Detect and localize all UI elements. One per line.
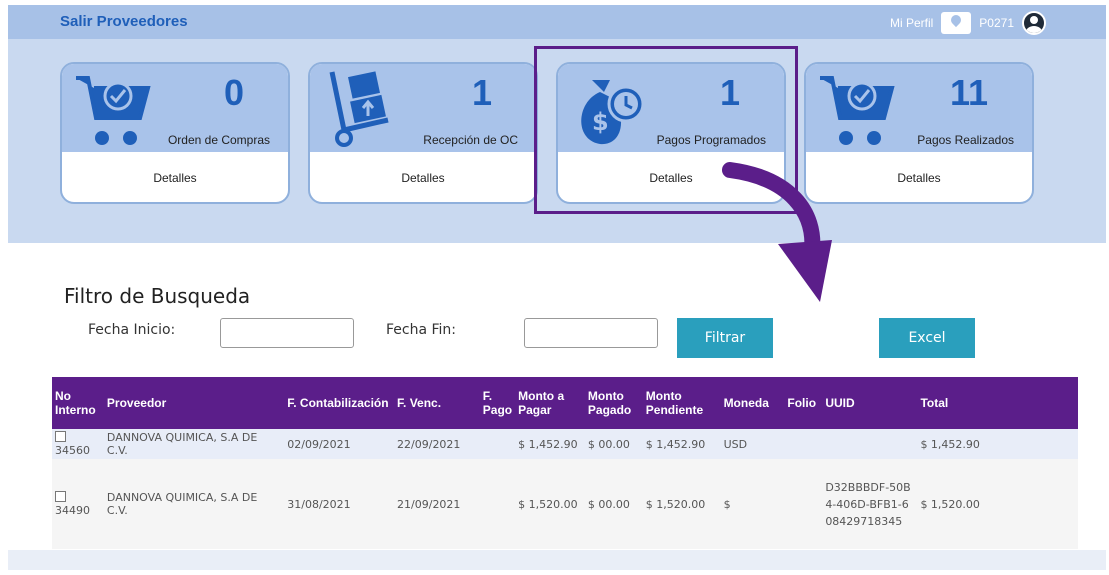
cell-f-contabilizacion: 02/09/2021 (284, 429, 395, 459)
cell-uuid (822, 429, 918, 459)
col-monto-pendiente: Monto Pendiente (642, 377, 721, 429)
cell-f-pago (479, 459, 516, 549)
page: Salir Proveedores Mi Perfil P0271 0 Orde (0, 0, 1109, 575)
recepcion-oc-label: Recepción de OC (423, 133, 518, 147)
hand-truck-icon (329, 71, 389, 147)
cell-f-pago (479, 429, 516, 459)
table-row[interactable]: 34490 DANNOVA QUIMICA, S.A DE C.V. 31/08… (52, 459, 1078, 549)
top-bar: Salir Proveedores Mi Perfil P0271 (8, 5, 1106, 39)
cell-monto-pagado: $ 00.00 (584, 429, 643, 459)
fecha-fin-label: Fecha Fin: (386, 322, 457, 338)
profile-area: Mi Perfil P0271 (890, 11, 1046, 35)
col-monto-pagar: Monto a Pagar (515, 377, 585, 429)
shopping-cart-icon (76, 76, 151, 145)
table-header-row: No Interno Proveedor F. Contabilización … (52, 377, 1078, 429)
user-code: P0271 (979, 16, 1014, 30)
cell-f-venc: 21/09/2021 (394, 459, 480, 549)
row-checkbox[interactable] (55, 431, 66, 442)
avatar[interactable] (1022, 11, 1046, 35)
cell-total: $ 1,452.90 (917, 429, 1078, 459)
shopping-cart-icon (820, 76, 895, 145)
cell-no-interno: 34490 (55, 504, 90, 517)
cell-proveedor: DANNOVA QUIMICA, S.A DE C.V. (103, 459, 285, 549)
cell-total: $ 1,520.00 (917, 459, 1078, 549)
col-monto-pagado: Monto Pagado (584, 377, 643, 429)
cell-monto-pagar: $ 1,520.00 (515, 459, 585, 549)
col-f-venc: F. Venc. (394, 377, 480, 429)
cell-monto-pagar: $ 1,452.90 (515, 429, 585, 459)
payments-table: No Interno Proveedor F. Contabilización … (52, 377, 1078, 549)
cell-moneda: USD (720, 429, 785, 459)
filter-title: Filtro de Busqueda (64, 284, 251, 308)
cell-monto-pendiente: $ 1,520.00 (642, 459, 721, 549)
col-folio: Folio (784, 377, 823, 429)
cell-folio (784, 429, 823, 459)
cell-f-venc: 22/09/2021 (394, 429, 480, 459)
col-uuid: UUID (822, 377, 918, 429)
col-total: Total (917, 377, 1078, 429)
orden-compras-count: 0 (223, 72, 244, 113)
cell-f-contabilizacion: 31/08/2021 (284, 459, 395, 549)
card-recepcion-oc: 1 Recepción de OC Detalles (308, 62, 538, 204)
fecha-inicio-label: Fecha Inicio: (88, 322, 176, 338)
fecha-inicio-input[interactable] (220, 318, 354, 348)
recepcion-oc-details-link[interactable]: Detalles (310, 152, 536, 202)
pagos-realizados-count: 11 (949, 72, 988, 113)
cell-no-interno: 34560 (55, 444, 90, 457)
col-moneda: Moneda (720, 377, 785, 429)
map-pin-icon[interactable] (941, 12, 972, 34)
cell-monto-pagado: $ 00.00 (584, 459, 643, 549)
profile-link[interactable]: Mi Perfil (890, 16, 933, 30)
card-orden-compras: 0 Orden de Compras Detalles (60, 62, 290, 204)
cell-monto-pendiente: $ 1,452.90 (642, 429, 721, 459)
recepcion-oc-count: 1 (471, 72, 492, 113)
fecha-fin-input[interactable] (524, 318, 658, 348)
col-f-pago: F. Pago (479, 377, 516, 429)
col-f-contabilizacion: F. Contabilización (284, 377, 395, 429)
col-no-interno: No Interno (52, 377, 104, 429)
cell-proveedor: DANNOVA QUIMICA, S.A DE C.V. (103, 429, 285, 459)
footer-band (8, 550, 1106, 570)
orden-compras-label: Orden de Compras (167, 133, 270, 147)
table-row[interactable]: 34560 DANNOVA QUIMICA, S.A DE C.V. 02/09… (52, 429, 1078, 459)
cell-uuid: D32BBBDF-50B4-406D-BFB1-608429718345 (822, 459, 918, 549)
cell-folio (784, 459, 823, 549)
row-checkbox[interactable] (55, 491, 66, 502)
col-proveedor: Proveedor (103, 377, 285, 429)
excel-button[interactable]: Excel (879, 318, 975, 358)
filtrar-button[interactable]: Filtrar (677, 318, 773, 358)
pagos-realizados-label: Pagos Realizados (917, 133, 1014, 147)
curved-arrow-icon (722, 162, 832, 302)
cell-moneda: $ (720, 459, 785, 549)
logout-link[interactable]: Salir Proveedores (60, 13, 188, 30)
orden-compras-details-link[interactable]: Detalles (62, 152, 288, 202)
